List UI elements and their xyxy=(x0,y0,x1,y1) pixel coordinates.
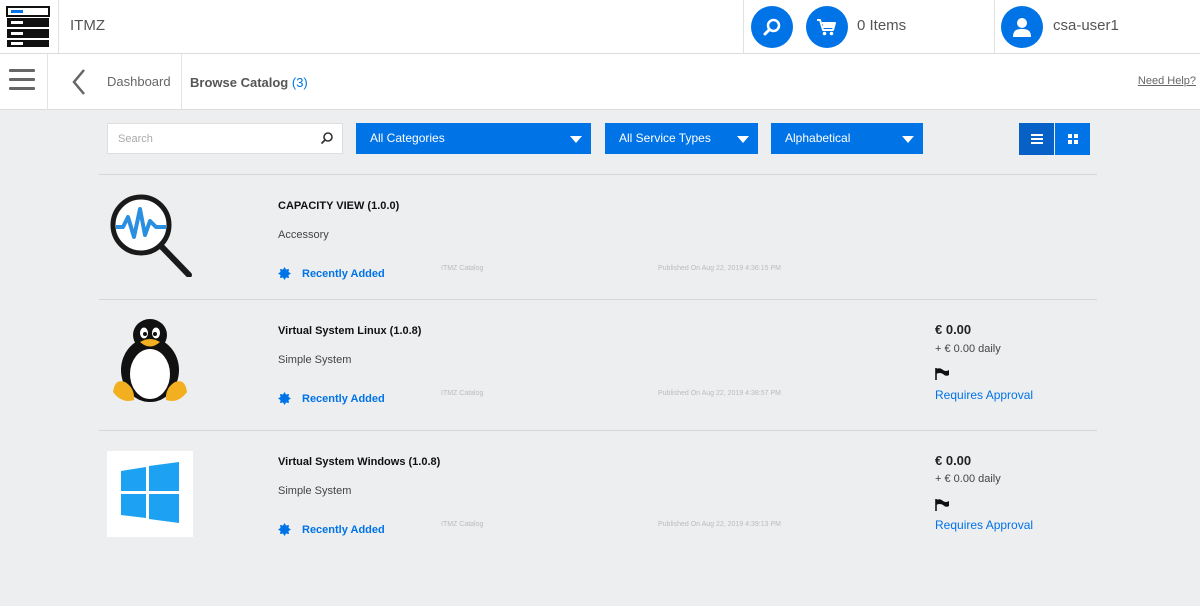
badge-icon xyxy=(278,267,291,280)
item-daily-price: + € 0.00 daily xyxy=(935,343,1001,355)
catalog-name: ITMZ Catalog xyxy=(441,390,484,397)
recently-added-badge: Recently Added xyxy=(278,523,385,536)
divider xyxy=(181,54,182,110)
search-icon xyxy=(763,18,781,36)
divider xyxy=(58,0,59,54)
breadcrumb-dashboard[interactable]: Dashboard xyxy=(107,74,171,89)
user-avatar-button[interactable] xyxy=(1001,6,1043,48)
published-date: Published On Aug 22, 2019 4:36:15 PM xyxy=(658,265,781,272)
cart-icon xyxy=(817,19,836,36)
chevron-down-icon xyxy=(570,136,582,143)
breadcrumb-current-label: Browse Catalog xyxy=(190,75,289,90)
list-view-icon xyxy=(1030,134,1043,144)
item-subtype: Simple System xyxy=(278,354,352,366)
grid-view-button[interactable] xyxy=(1055,123,1090,155)
cart-button[interactable] xyxy=(806,6,848,48)
navigation-bar: Dashboard Browse Catalog (3) Need Help? xyxy=(0,54,1200,110)
recently-added-label: Recently Added xyxy=(302,392,385,405)
item-price: € 0.00 xyxy=(935,322,972,337)
view-toggle xyxy=(1019,123,1090,155)
flag-icon xyxy=(935,368,949,380)
catalog-search-box xyxy=(107,123,343,154)
recently-added-label: Recently Added xyxy=(302,267,385,280)
published-date: Published On Aug 22, 2019 4:38:57 PM xyxy=(658,390,781,397)
badge-icon xyxy=(278,523,291,536)
recently-added-badge: Recently Added xyxy=(278,267,385,280)
app-logo-icon[interactable] xyxy=(6,6,50,48)
item-name[interactable]: Virtual System Windows (1.0.8) xyxy=(278,456,440,468)
breadcrumb-current: Browse Catalog (3) xyxy=(190,75,308,90)
user-icon xyxy=(1013,18,1031,37)
chevron-down-icon xyxy=(902,136,914,143)
catalog-item[interactable]: Virtual System Windows (1.0.8) Simple Sy… xyxy=(99,430,1097,555)
item-daily-price: + € 0.00 daily xyxy=(935,473,1001,485)
category-select[interactable]: All Categories xyxy=(356,123,591,154)
divider xyxy=(743,0,744,54)
menu-icon[interactable] xyxy=(9,69,35,93)
need-help-link[interactable]: Need Help? xyxy=(1138,75,1196,87)
service-type-select-value: All Service Types xyxy=(619,131,711,145)
linux-tux-icon xyxy=(113,319,187,402)
published-date: Published On Aug 22, 2019 4:39:13 PM xyxy=(658,521,781,528)
divider xyxy=(47,54,48,110)
list-view-button[interactable] xyxy=(1019,123,1054,155)
search-input[interactable] xyxy=(108,124,308,153)
category-select-value: All Categories xyxy=(370,131,445,145)
divider xyxy=(994,0,995,54)
windows-logo-icon xyxy=(107,451,193,537)
sort-select[interactable]: Alphabetical xyxy=(771,123,923,154)
catalog-item[interactable]: Virtual System Linux (1.0.8) Simple Syst… xyxy=(99,299,1097,424)
chevron-down-icon xyxy=(737,136,749,143)
catalog-count: (3) xyxy=(291,75,308,90)
app-title: ITMZ xyxy=(70,17,105,34)
catalog-name: ITMZ Catalog xyxy=(441,265,484,272)
catalog-item[interactable]: CAPACITY VIEW (1.0.0) Accessory Recently… xyxy=(99,174,1097,299)
catalog-name: ITMZ Catalog xyxy=(441,521,484,528)
recently-added-label: Recently Added xyxy=(302,523,385,536)
item-price: € 0.00 xyxy=(935,453,972,468)
capacity-view-magnifier-icon xyxy=(110,194,192,277)
cart-items-label[interactable]: 0 Items xyxy=(857,17,906,34)
sort-select-value: Alphabetical xyxy=(785,131,851,145)
global-search-button[interactable] xyxy=(751,6,793,48)
user-name[interactable]: csa-user1 xyxy=(1053,17,1119,34)
service-type-select[interactable]: All Service Types xyxy=(605,123,758,154)
recently-added-badge: Recently Added xyxy=(278,392,385,405)
top-bar: ITMZ 0 Items csa-user1 xyxy=(0,0,1200,54)
search-icon[interactable] xyxy=(320,131,334,145)
flag-icon xyxy=(935,499,949,511)
badge-icon xyxy=(278,392,291,405)
requires-approval-label: Requires Approval xyxy=(935,388,1034,402)
item-subtype: Accessory xyxy=(278,229,329,241)
requires-approval-label: Requires Approval xyxy=(935,518,1034,532)
grid-view-icon xyxy=(1067,134,1078,144)
back-chevron-icon[interactable] xyxy=(70,68,90,96)
item-name[interactable]: Virtual System Linux (1.0.8) xyxy=(278,325,421,337)
item-subtype: Simple System xyxy=(278,485,352,497)
item-name[interactable]: CAPACITY VIEW (1.0.0) xyxy=(278,200,399,212)
